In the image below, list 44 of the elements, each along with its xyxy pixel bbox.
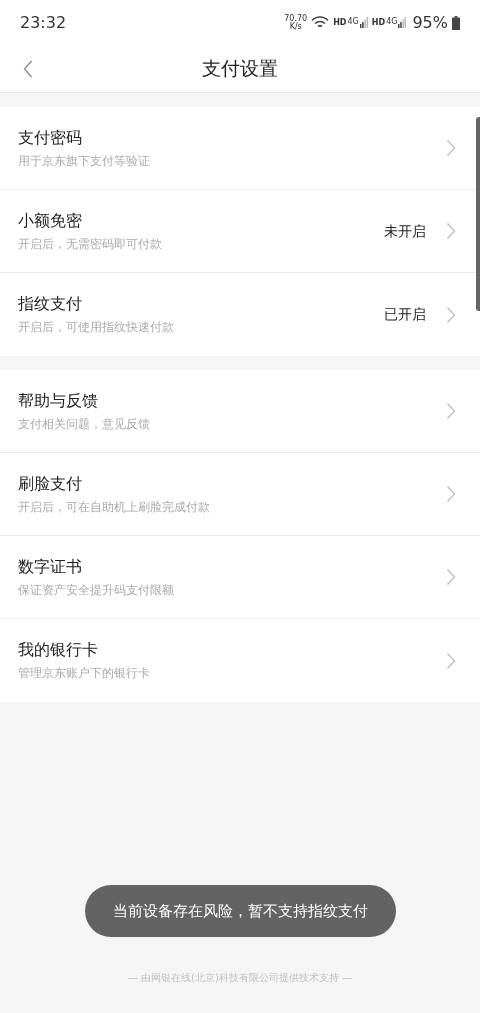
chevron-right-icon [446,568,456,586]
row-status: 未开启 [384,221,426,241]
row-subtitle: 开启后，可使用指纹快速付款 [18,319,175,336]
network-type: 4G [386,16,398,26]
row-subtitle: 保证资产安全提升码支付限额 [18,581,175,599]
chevron-right-icon [446,485,456,503]
network-speed-value: 70.70 [284,14,308,23]
row-title: 我的银行卡 [18,639,99,661]
row-title: 小额免密 [18,209,83,232]
battery-percent: 95% [412,11,448,34]
network-type: 4G [347,16,359,26]
toast-message: 当前设备存在风险，暂不支持指纹支付 [84,885,396,937]
chevron-right-icon [446,402,456,420]
chevron-right-icon [446,222,456,240]
chevron-right-icon [446,139,456,157]
settings-row[interactable]: 刷脸支付 开启后，可在自助机上刷脸完成付款 [0,453,480,536]
back-icon [23,60,33,78]
page-title: 支付设置 [202,56,278,82]
signal-icon [359,17,368,28]
row-subtitle: 支付相关问题，意见反馈 [18,415,151,433]
settings-row[interactable]: 数字证书 保证资产安全提升码支付限额 [0,536,480,619]
wifi-icon [311,16,330,29]
status-time: 23:32 [20,11,68,34]
row-status: 已开启 [384,305,426,324]
settings-row[interactable]: 指纹支付 开启后，可使用指纹快速付款 已开启 [0,273,480,356]
row-subtitle: 用于京东旗下支付等验证 [18,152,151,170]
signal-icon [398,17,407,28]
row-title: 帮助与反馈 [18,389,99,412]
row-title: 刷脸支付 [18,472,83,495]
chevron-right-icon [446,651,456,670]
settings-row[interactable]: 我的银行卡 管理京东账户下的银行卡 [0,619,480,702]
row-title: 数字证书 [18,555,83,578]
row-subtitle: 开启后，无需密码即可付款 [18,235,163,253]
row-title: 指纹支付 [18,293,83,315]
battery-icon [452,15,460,30]
settings-row[interactable]: 帮助与反馈 支付相关问题，意见反馈 [0,370,480,453]
chevron-right-icon [446,305,456,324]
hd-label: HD [371,16,386,29]
row-title: 支付密码 [18,126,83,149]
network-speed-unit: K/s [289,22,302,31]
hd-label: HD [333,16,347,29]
row-subtitle: 开启后，可在自助机上刷脸完成付款 [18,498,211,516]
row-subtitle: 管理京东账户下的银行卡 [18,665,151,682]
settings-row[interactable]: 支付密码 用于京东旗下支付等验证 [0,107,480,190]
